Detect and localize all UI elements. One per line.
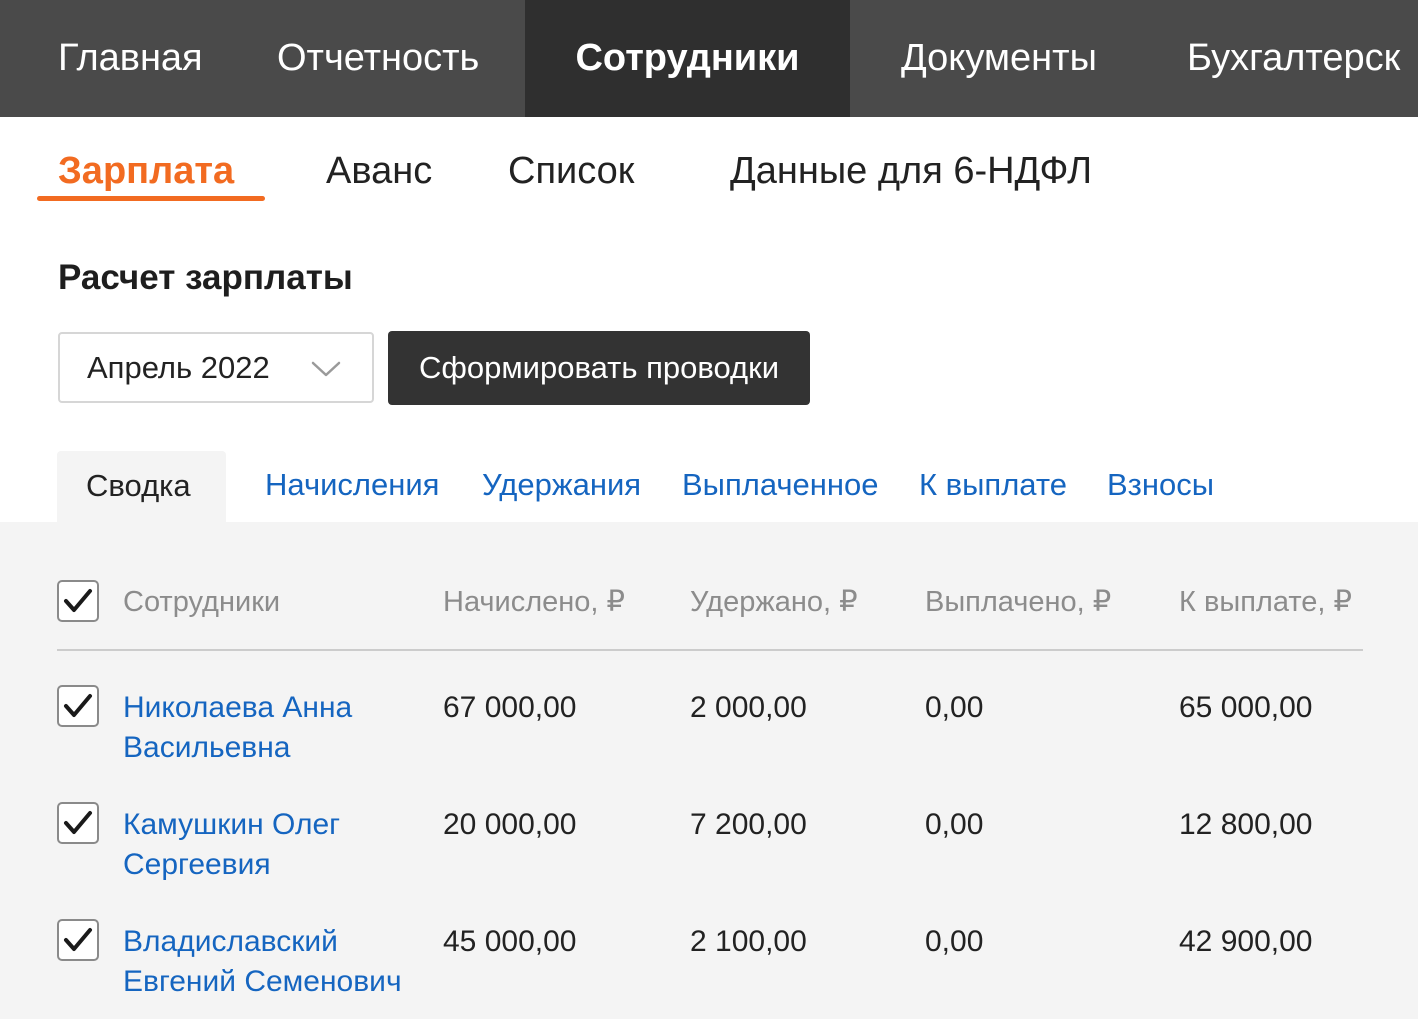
tab-to-pay[interactable]: К выплате bbox=[919, 462, 1067, 508]
withheld-cell: 2 000,00 bbox=[690, 691, 807, 724]
paid-cell: 0,00 bbox=[925, 925, 984, 958]
row-checkbox[interactable] bbox=[57, 685, 99, 727]
accrued-cell: 45 000,00 bbox=[443, 925, 577, 958]
column-header-to-pay: К выплате, ₽ bbox=[1179, 586, 1352, 618]
subtab-advance[interactable]: Аванс bbox=[326, 146, 432, 196]
tab-contributions[interactable]: Взносы bbox=[1107, 462, 1214, 508]
to-pay-cell: 65 000,00 bbox=[1179, 691, 1313, 724]
tab-accruals[interactable]: Начисления bbox=[265, 462, 439, 508]
subtab-6ndfl-data[interactable]: Данные для 6-НДФЛ bbox=[730, 146, 1092, 196]
checkmark-icon bbox=[64, 589, 92, 612]
nav-item-employees[interactable]: Сотрудники bbox=[525, 0, 850, 117]
accrued-cell: 20 000,00 bbox=[443, 808, 577, 841]
row-checkbox[interactable] bbox=[57, 919, 99, 961]
generate-entries-button[interactable]: Сформировать проводки bbox=[388, 331, 810, 405]
subtab-salary[interactable]: Зарплата bbox=[58, 146, 234, 196]
page-title: Расчет зарплаты bbox=[58, 258, 353, 297]
nav-item-accounting[interactable]: Бухгалтерск bbox=[1187, 0, 1400, 117]
employee-name-link[interactable]: Николаева Анна Васильевна bbox=[123, 688, 383, 768]
tab-summary-label: Сводка bbox=[86, 468, 191, 503]
select-all-checkbox[interactable] bbox=[57, 580, 99, 622]
paid-cell: 0,00 bbox=[925, 691, 984, 724]
checkmark-icon bbox=[64, 811, 92, 834]
withheld-cell: 2 100,00 bbox=[690, 925, 807, 958]
tab-paid[interactable]: Выплаченное bbox=[682, 462, 879, 508]
withheld-cell: 7 200,00 bbox=[690, 808, 807, 841]
column-header-withheld: Удержано, ₽ bbox=[690, 586, 858, 618]
to-pay-cell: 12 800,00 bbox=[1179, 808, 1313, 841]
tab-summary[interactable]: Сводка bbox=[57, 451, 226, 523]
table-header-divider bbox=[57, 649, 1363, 651]
month-select-value: Апрель 2022 bbox=[87, 350, 270, 385]
employee-name-link[interactable]: Владиславский Евгений Семенович bbox=[123, 922, 423, 1002]
nav-item-main[interactable]: Главная bbox=[58, 0, 203, 117]
column-header-paid: Выплачено, ₽ bbox=[925, 586, 1112, 618]
active-subtab-underline bbox=[37, 196, 265, 201]
subtab-list[interactable]: Список bbox=[508, 146, 634, 196]
checkmark-icon bbox=[64, 694, 92, 717]
nav-item-documents[interactable]: Документы bbox=[901, 0, 1097, 117]
chevron-down-icon bbox=[311, 361, 341, 377]
paid-cell: 0,00 bbox=[925, 808, 984, 841]
to-pay-cell: 42 900,00 bbox=[1179, 925, 1313, 958]
month-select[interactable]: Апрель 2022 bbox=[58, 332, 374, 403]
column-header-employees: Сотрудники bbox=[123, 586, 281, 618]
tab-deductions[interactable]: Удержания bbox=[482, 462, 641, 508]
column-header-accrued: Начислено, ₽ bbox=[443, 586, 626, 618]
nav-item-reporting[interactable]: Отчетность bbox=[277, 0, 479, 117]
checkmark-icon bbox=[64, 928, 92, 951]
row-checkbox[interactable] bbox=[57, 802, 99, 844]
accrued-cell: 67 000,00 bbox=[443, 691, 577, 724]
top-navigation: Главная Отчетность Сотрудники Документы … bbox=[0, 0, 1418, 117]
employee-name-link[interactable]: Камушкин Олег Сергеевия bbox=[123, 805, 383, 885]
